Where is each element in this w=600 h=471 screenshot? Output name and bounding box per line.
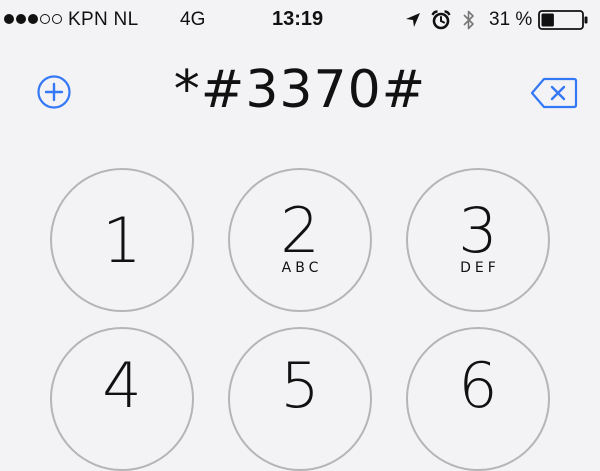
key-digit: 6 (458, 349, 498, 422)
key-digit: 3 (458, 194, 498, 267)
battery-percentage: 31 % (489, 9, 533, 30)
add-contact-button[interactable] (36, 74, 72, 110)
key-digit: 2 (280, 194, 320, 267)
key-letters: ABC (281, 260, 323, 276)
battery-icon (538, 9, 590, 31)
key-2[interactable]: 2 ABC (228, 168, 372, 312)
signal-dot (40, 14, 50, 24)
key-4[interactable]: 4 (50, 327, 194, 471)
key-5[interactable]: 5 (228, 327, 372, 471)
status-bar: KPN NL 4G 13:19 31 % (0, 0, 600, 40)
alarm-clock-icon (431, 10, 451, 30)
location-arrow-icon (405, 12, 421, 28)
key-digit: 1 (102, 204, 142, 277)
signal-dot (4, 14, 14, 24)
plus-circle-icon (37, 75, 71, 109)
key-digit: 5 (280, 349, 320, 422)
key-6[interactable]: 6 (406, 327, 550, 471)
key-3[interactable]: 3 DEF (406, 168, 550, 312)
network-type: 4G (180, 9, 206, 30)
bluetooth-icon (463, 9, 475, 31)
backspace-icon (530, 77, 578, 109)
signal-dot (16, 14, 26, 24)
signal-dot (52, 14, 62, 24)
signal-strength-dots (4, 12, 62, 26)
signal-dot (28, 14, 38, 24)
key-1[interactable]: 1 (50, 168, 194, 312)
dialed-number: *#3370# (173, 60, 427, 120)
carrier-name: KPN NL (68, 9, 139, 30)
delete-button[interactable] (530, 76, 578, 110)
status-icons: 31 % (405, 8, 590, 32)
key-letters: DEF (460, 260, 500, 276)
status-time: 13:19 (272, 8, 324, 30)
key-digit: 4 (102, 349, 142, 422)
